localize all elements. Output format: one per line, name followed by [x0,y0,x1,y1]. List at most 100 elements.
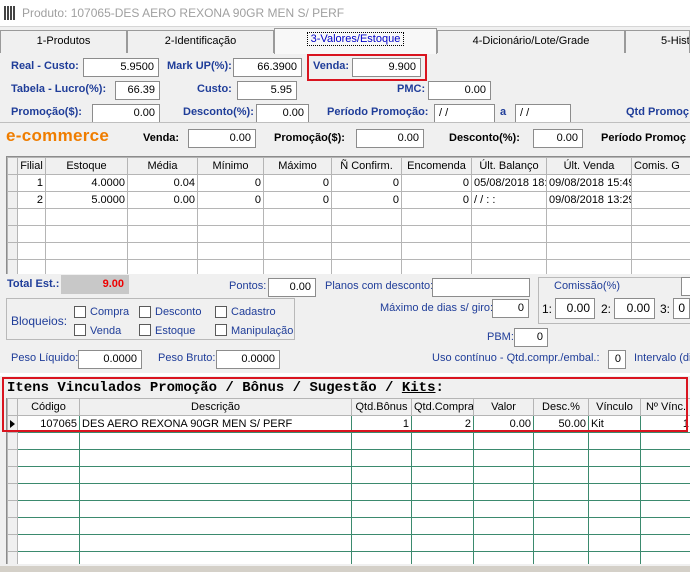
periodo-de-field[interactable]: / / [434,104,495,123]
bloqueio-venda-checkbox[interactable] [74,324,86,336]
table-row-empty [7,242,690,260]
table-row-empty [7,534,690,552]
peso-liquido-field[interactable]: 0.0000 [78,350,142,369]
bloqueio-estoque-checkbox[interactable] [139,324,151,336]
cell-ult-balanco[interactable]: 05/08/2018 18:50 [471,174,547,192]
col-encomenda[interactable]: Encomenda [401,157,472,175]
stock-table: Filial Estoque Média Mínimo Máximo Ñ Con… [7,157,690,274]
table-row[interactable]: 2 5.0000 0.00 0 0 0 0 / / : : 09/08/2018… [7,191,690,209]
comissao-1-label: 1: [542,302,553,316]
cell-nao-confirm[interactable]: 0 [331,191,402,209]
stock-grid[interactable]: Filial Estoque Média Mínimo Máximo Ñ Con… [6,156,690,274]
bloqueio-venda-label: Venda [90,325,122,337]
cell-media[interactable]: 0.00 [127,191,198,209]
promocao-field[interactable]: 0.00 [92,104,160,123]
bottom-scrollbar[interactable] [0,566,690,572]
markup-field[interactable]: 66.3900 [233,58,302,77]
cell-comis[interactable] [631,191,690,209]
peso-liquido-label: Peso Líquido: [11,352,79,364]
cell-filial[interactable]: 1 [17,174,46,192]
ecommerce-promocao-field[interactable]: 0.00 [356,129,424,148]
bloqueio-desconto-checkbox[interactable] [139,306,151,318]
ecommerce-venda-label: Venda: [143,132,180,144]
cell-encomenda[interactable]: 0 [401,191,472,209]
cell-ult-balanco[interactable]: / / : : [471,191,547,209]
cell-ult-venda[interactable]: 09/08/2018 13:29 [546,191,632,209]
col-media[interactable]: Média [127,157,198,175]
peso-bruto-field[interactable]: 0.0000 [216,350,280,369]
max-dias-giro-field[interactable]: 0 [492,299,529,318]
col-minimo[interactable]: Mínimo [197,157,264,175]
bloqueio-cadastro-checkbox[interactable] [215,306,227,318]
ecommerce-desconto-label: Desconto(%): [449,132,520,144]
cell-filial[interactable]: 2 [17,191,46,209]
desconto-label: Desconto(%): [183,106,254,118]
pmc-field[interactable]: 0.00 [428,81,491,100]
col-filial[interactable]: Filial [17,157,46,175]
table-row[interactable]: 1 4.0000 0.04 0 0 0 0 05/08/2018 18:50 0… [7,174,690,192]
custo-field[interactable]: 5.95 [237,81,297,100]
col-maximo[interactable]: Máximo [263,157,332,175]
comissao-1-field[interactable]: 0.00 [555,298,595,319]
cell-maximo[interactable]: 0 [263,191,332,209]
table-row-empty [7,500,690,518]
ecommerce-desconto-field[interactable]: 0.00 [533,129,583,148]
peso-bruto-label: Peso Bruto: [158,352,216,364]
title-bar: Produto: 107065-DES AERO REXONA 90GR MEN… [0,0,690,27]
real-custo-label: Real - Custo: [11,60,79,72]
promocao-label: Promoção($): [11,106,82,118]
col-ult-balanco[interactable]: Últ. Balanço [471,157,547,175]
ecommerce-promocao-label: Promoção($): [274,132,345,144]
periodo-ate-field[interactable]: / / [515,104,571,123]
table-row-empty [7,259,690,274]
pbm-field[interactable]: 0 [514,328,548,347]
cell-media[interactable]: 0.04 [127,174,198,192]
table-row-empty [7,517,690,535]
tab-identificacao[interactable]: 2-Identificação [127,30,274,53]
pontos-field[interactable]: 0.00 [268,278,316,297]
markup-label: Mark UP(%): [167,60,232,72]
periodo-a-label: a [500,106,507,118]
tab-valores-estoque[interactable]: 3-Valores/Estoque [274,28,437,54]
comissao-3-field[interactable]: 0 [673,298,690,319]
bloqueio-compra-checkbox[interactable] [74,306,86,318]
tab-historico[interactable]: 5-Histó [625,30,690,53]
tab-produtos[interactable]: 1-Produtos [0,30,127,53]
planos-desconto-field[interactable] [432,278,530,297]
ecommerce-venda-field[interactable]: 0.00 [188,129,256,148]
cell-comis[interactable] [631,174,690,192]
cell-estoque[interactable]: 4.0000 [45,174,128,192]
cell-maximo[interactable]: 0 [263,174,332,192]
tab-dicionario-lote-grade[interactable]: 4-Dicionário/Lote/Grade [437,30,625,53]
comissao-label: Comissão(%) [554,280,621,292]
col-nao-confirm[interactable]: Ñ Confirm. [331,157,402,175]
bloqueio-compra-label: Compra [90,306,130,318]
uso-continuo-label: Uso contínuo - Qtd.compr./embal.: [432,352,600,364]
table-row-empty [7,432,690,450]
comissao-extra-field[interactable] [681,277,690,296]
real-custo-field[interactable]: 5.9500 [83,58,159,77]
cell-encomenda[interactable]: 0 [401,174,472,192]
cell-minimo[interactable]: 0 [197,191,264,209]
col-ult-venda[interactable]: Últ. Venda [546,157,632,175]
bloqueio-manipulacao-checkbox[interactable] [215,324,227,336]
cell-minimo[interactable]: 0 [197,174,264,192]
cell-nao-confirm[interactable]: 0 [331,174,402,192]
uso-continuo-field[interactable]: 0 [608,350,626,369]
total-est-label: Total Est.: [7,278,60,290]
col-estoque[interactable]: Estoque [45,157,128,175]
stock-header-indicator [7,157,18,175]
desconto-field[interactable]: 0.00 [256,104,309,123]
separator [0,122,690,123]
table-row-empty [7,466,690,484]
tabela-lucro-field[interactable]: 66.39 [115,81,160,100]
ecommerce-periodo-label: Período Promoç [601,132,686,144]
bloqueio-desconto-label: Desconto [155,306,202,318]
col-comis[interactable]: Comis. G [631,157,690,175]
cell-estoque[interactable]: 5.0000 [45,191,128,209]
cell-ult-venda[interactable]: 09/08/2018 15:49 [546,174,632,192]
comissao-2-field[interactable]: 0.00 [614,298,655,319]
ecommerce-logo: e-commerce [6,126,110,145]
barcode-icon [4,6,17,20]
venda-field[interactable]: 9.900 [352,58,421,77]
